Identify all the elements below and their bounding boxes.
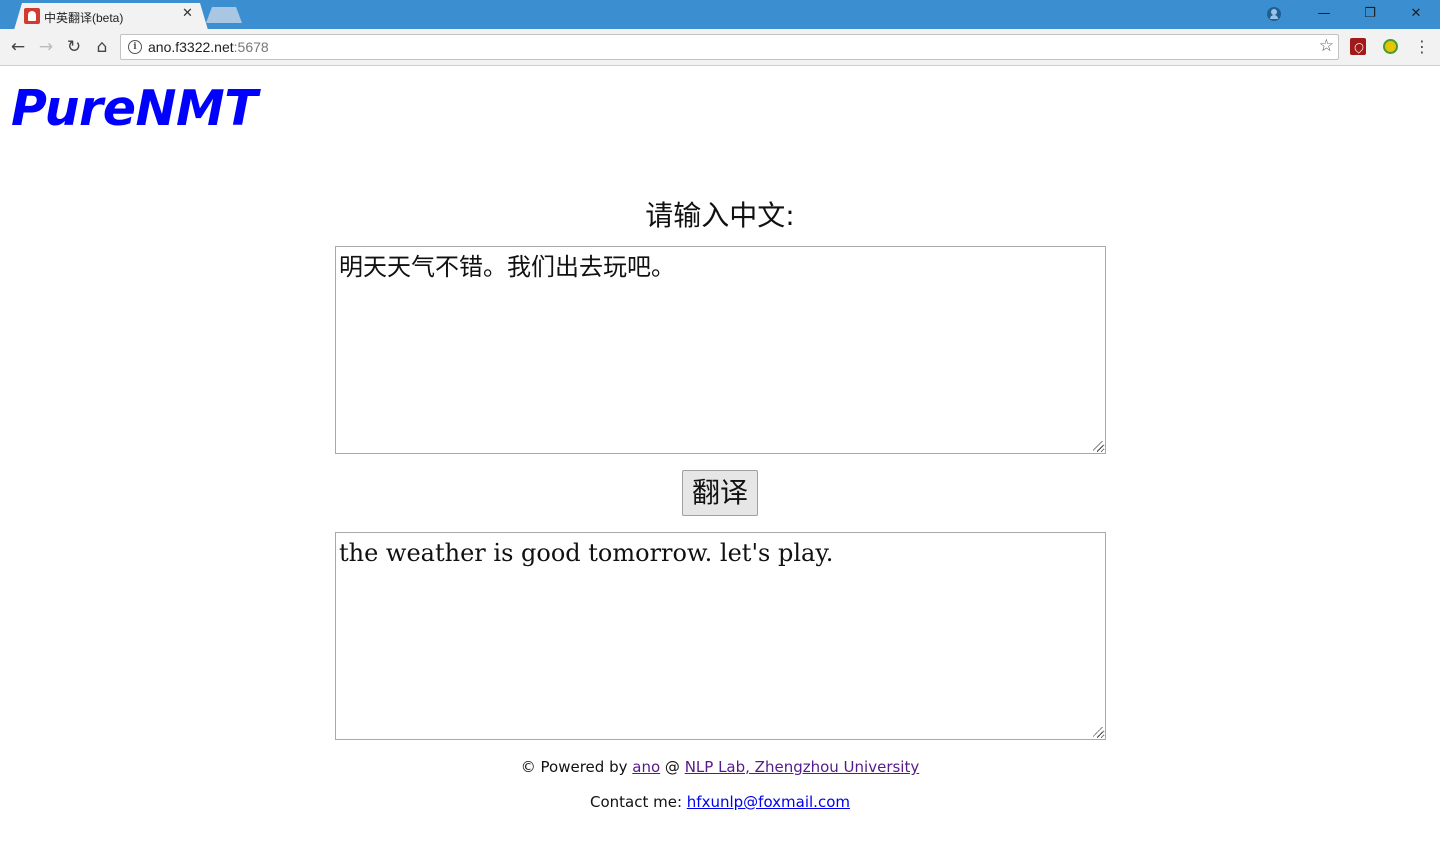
address-bar[interactable]: i ano.f3322.net:5678 ☆ [120,34,1339,60]
resize-grip-icon[interactable] [1093,727,1103,737]
new-tab-button[interactable] [206,7,242,23]
input-prompt-label: 请输入中文: [645,199,795,232]
browser-tab-active[interactable]: 中英翻译(beta) ✕ [14,3,208,30]
profile-icon[interactable] [1267,7,1281,21]
output-text: the weather is good tomorrow. let's play… [339,539,834,567]
url-port: :5678 [233,39,269,55]
restore-button[interactable]: ❐ [1347,0,1393,29]
reload-button[interactable]: ↻ [63,36,85,58]
site-info-icon[interactable]: i [128,40,142,54]
translate-button[interactable]: 翻译 [682,470,758,516]
favicon-icon [24,8,40,24]
browser-toolbar: ← → ↻ ⌂ i ano.f3322.net:5678 ☆ ⋮ [0,29,1440,66]
minimize-button[interactable]: — [1301,0,1347,29]
home-button[interactable]: ⌂ [91,36,113,58]
back-button[interactable]: ← [7,36,29,58]
footer-powered-by: © Powered by ano @ NLP Lab, Zhengzhou Un… [0,758,1440,776]
source-textarea[interactable]: 明天天气不错。我们出去玩吧。 [335,246,1106,454]
tab-title: 中英翻译(beta) [44,11,124,25]
powered-prefix: © Powered by [520,758,633,776]
at-separator: @ [660,758,685,776]
close-window-button[interactable]: ✕ [1393,0,1439,29]
lab-link[interactable]: NLP Lab, Zhengzhou University [685,758,920,776]
pdf-extension-icon[interactable] [1350,38,1366,55]
url-text[interactable]: ano.f3322.net:5678 [148,39,269,55]
author-link[interactable]: ano [632,758,660,776]
extension-coin-icon[interactable] [1383,39,1398,54]
resize-grip-icon[interactable] [1093,441,1103,451]
output-textarea[interactable]: the weather is good tomorrow. let's play… [335,532,1106,740]
tab-close-icon[interactable]: ✕ [182,6,193,21]
contact-email-link[interactable]: hfxunlp@foxmail.com [687,793,850,811]
site-logo: PureNMT [11,80,258,137]
browser-titlebar: 中英翻译(beta) ✕ — ❐ ✕ [0,0,1440,30]
forward-button[interactable]: → [35,36,57,58]
contact-prefix: Contact me: [590,793,687,811]
bookmark-star-icon[interactable]: ☆ [1319,36,1334,56]
browser-menu-icon[interactable]: ⋮ [1412,36,1432,58]
source-text: 明天天气不错。我们出去玩吧。 [339,253,675,281]
url-host: ano.f3322.net [148,39,234,55]
footer-contact: Contact me: hfxunlp@foxmail.com [0,793,1440,811]
